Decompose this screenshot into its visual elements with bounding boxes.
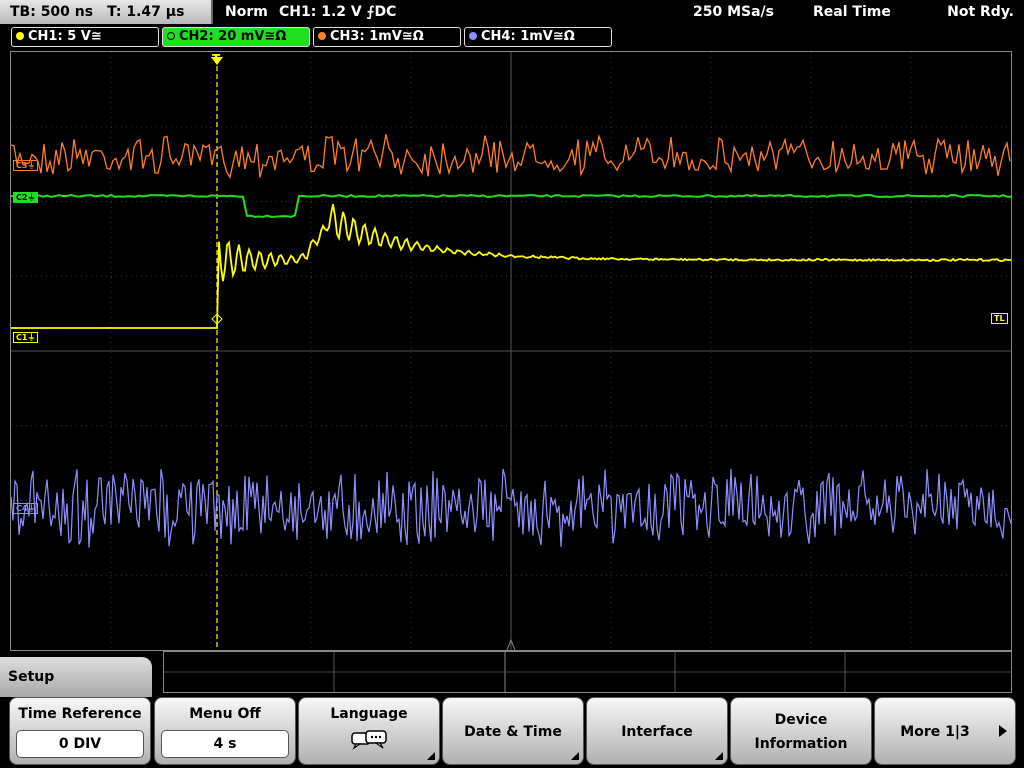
ch1-offset-marker[interactable]: C1⏚ — [13, 332, 39, 343]
time-reference-softkey[interactable]: Time Reference 0 DIV — [9, 697, 151, 765]
channel-tab-ch2[interactable]: CH2: 20 mV≅Ω — [162, 27, 310, 47]
ch3-offset-marker[interactable]: C3⏚ — [13, 160, 39, 171]
device-information-softkey[interactable]: Device Information — [730, 697, 872, 765]
menu-off-softkey[interactable]: Menu Off 4 s — [154, 697, 296, 765]
trigger-level-marker[interactable]: TL — [991, 313, 1008, 324]
channel-tab-ch4[interactable]: CH4: 1mV≅Ω — [464, 27, 612, 47]
interface-label: Interface — [621, 724, 693, 740]
submenu-corner-icon — [427, 752, 435, 760]
ch2-color-icon — [167, 31, 175, 40]
ch4-label: CH4: 1mV≅Ω — [481, 29, 575, 44]
ch1-label: CH1: 5 V≅ — [28, 29, 102, 44]
sample-rate: 250 MSa/s — [693, 4, 775, 20]
submenu-corner-icon — [571, 752, 579, 760]
ch4-offset-marker[interactable]: C4⏚ — [13, 503, 39, 514]
waveform-canvas — [11, 52, 1011, 650]
menu-off-value[interactable]: 4 s — [161, 730, 289, 758]
timebase-box[interactable]: TB: 500 ns T: 1.47 µs — [0, 0, 213, 24]
acquisition-type: Real Time — [813, 4, 891, 20]
language-softkey[interactable]: Language — [298, 697, 440, 765]
acquisition-mode[interactable]: Norm — [225, 0, 268, 24]
language-label: Language — [330, 706, 408, 722]
device-information-line1: Device — [774, 712, 828, 728]
ch1-color-icon — [16, 31, 24, 40]
trigger-position-marker[interactable]: T — [210, 53, 222, 65]
more-label: More 1|3 — [900, 724, 970, 740]
waveform-display[interactable]: C3⏚ C2⏚ C1⏚ C4⏚ TL T — [10, 51, 1012, 651]
ch3-color-icon — [318, 31, 326, 40]
date-time-label: Date & Time — [464, 724, 562, 740]
time-reference-value[interactable]: 0 DIV — [16, 730, 144, 758]
ch2-label: CH2: 20 mV≅Ω — [179, 29, 287, 44]
ch4-color-icon — [469, 31, 477, 40]
submenu-corner-icon — [715, 752, 723, 760]
ch2-offset-marker[interactable]: C2⏚ — [13, 192, 39, 203]
speech-bubble-icon — [351, 730, 387, 750]
status-bar: Norm CH1: 1.2 V ⨍DC 250 MSa/s Real Time … — [215, 0, 1024, 24]
time-reference-label: Time Reference — [18, 706, 142, 722]
trigger-state: Not Rdy. — [947, 4, 1014, 20]
trigger-info[interactable]: CH1: 1.2 V ⨍DC — [279, 0, 396, 24]
menu-off-label: Menu Off — [189, 706, 261, 722]
trigger-time-value: T: 1.47 µs — [107, 4, 185, 20]
overview-grid — [164, 652, 1011, 692]
next-page-arrow-icon — [999, 725, 1007, 737]
device-information-line2: Information — [754, 736, 848, 752]
timebase-value: TB: 500 ns — [10, 4, 94, 20]
interface-softkey[interactable]: Interface — [586, 697, 728, 765]
channel-tab-ch1[interactable]: CH1: 5 V≅ — [11, 27, 159, 47]
ch3-label: CH3: 1mV≅Ω — [330, 29, 424, 44]
memory-overview[interactable] — [163, 651, 1012, 693]
date-time-softkey[interactable]: Date & Time — [442, 697, 584, 765]
more-softkey[interactable]: More 1|3 — [874, 697, 1016, 765]
channel-tab-ch3[interactable]: CH3: 1mV≅Ω — [313, 27, 461, 47]
menu-title: Setup — [0, 657, 152, 697]
